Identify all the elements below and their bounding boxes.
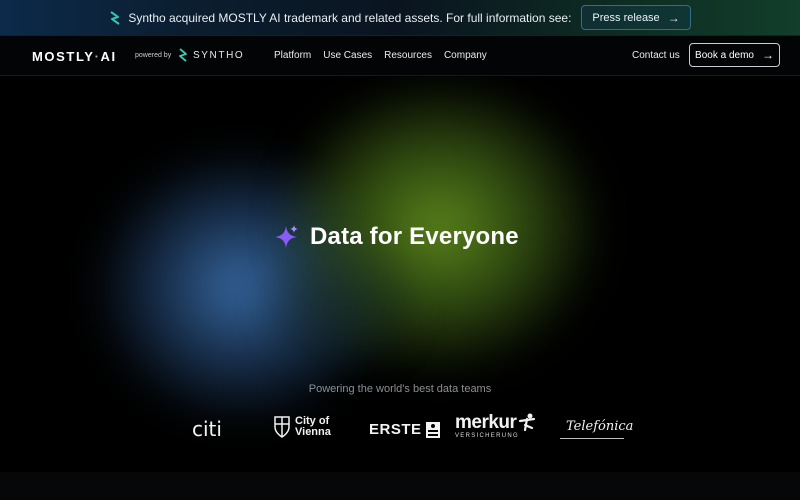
press-release-button[interactable]: Press release → <box>581 5 691 30</box>
hero-headline: Data for Everyone <box>272 223 519 251</box>
merkur-logo: merkur VERSICHERUNG <box>455 413 536 439</box>
citi-logo: citi <box>192 417 222 441</box>
contact-link[interactable]: Contact us <box>632 50 680 61</box>
nav-item-platform[interactable]: Platform <box>274 50 311 61</box>
nav-item-resources[interactable]: Resources <box>384 50 432 61</box>
syntho-logo[interactable]: SYNTHO <box>178 48 244 62</box>
erste-logo: ERSTE <box>369 421 440 438</box>
logo-text-left: MOSTLY <box>32 49 95 64</box>
hero-section: Data for Everyone Powering the world's b… <box>0 77 800 472</box>
announcement-text: Syntho acquired MOSTLY AI trademark and … <box>128 10 572 25</box>
arrow-right-icon: → <box>761 48 774 62</box>
powered-by-label: powered by <box>135 52 172 59</box>
customer-logos: citi City of Vienna ERSTE merkur VERSICH… <box>0 411 800 451</box>
telefonica-underline <box>560 438 624 439</box>
logo-text-right: AI <box>100 49 117 64</box>
erste-s-icon <box>425 421 440 438</box>
nav-menu: Platform Use Cases Resources Company <box>274 50 487 61</box>
press-release-label: Press release <box>592 11 660 24</box>
erste-text: ERSTE <box>369 421 422 438</box>
merkur-figure-icon <box>519 413 536 431</box>
arrow-right-icon: → <box>667 10 680 25</box>
book-demo-label: Book a demo <box>695 49 754 61</box>
merkur-text: merkur <box>455 412 517 433</box>
vienna-shield-icon <box>274 416 290 438</box>
syntho-label: SYNTHO <box>193 49 245 61</box>
dark-glow <box>250 227 430 387</box>
main-navigation: MOSTLY·AI powered by SYNTHO Platform Use… <box>0 36 800 76</box>
syntho-logo-icon <box>110 10 120 25</box>
tagline: Powering the world's best data teams <box>308 383 492 395</box>
nav-item-use-cases[interactable]: Use Cases <box>323 50 372 61</box>
bottom-strip <box>0 472 800 500</box>
headline-text: Data for Everyone <box>310 223 519 250</box>
merkur-subtitle: VERSICHERUNG <box>455 433 519 439</box>
sparkle-icon <box>275 225 298 248</box>
city-of-vienna-logo: City of Vienna <box>274 416 331 438</box>
announcement-banner: Syntho acquired MOSTLY AI trademark and … <box>0 0 800 36</box>
book-demo-button[interactable]: Book a demo → <box>689 43 780 67</box>
telefonica-logo: Telefónica <box>566 419 634 434</box>
mostly-ai-logo[interactable]: MOSTLY·AI <box>32 49 117 64</box>
vienna-line2: Vienna <box>295 426 331 438</box>
nav-item-company[interactable]: Company <box>444 50 487 61</box>
syntho-mark-icon <box>179 48 187 62</box>
